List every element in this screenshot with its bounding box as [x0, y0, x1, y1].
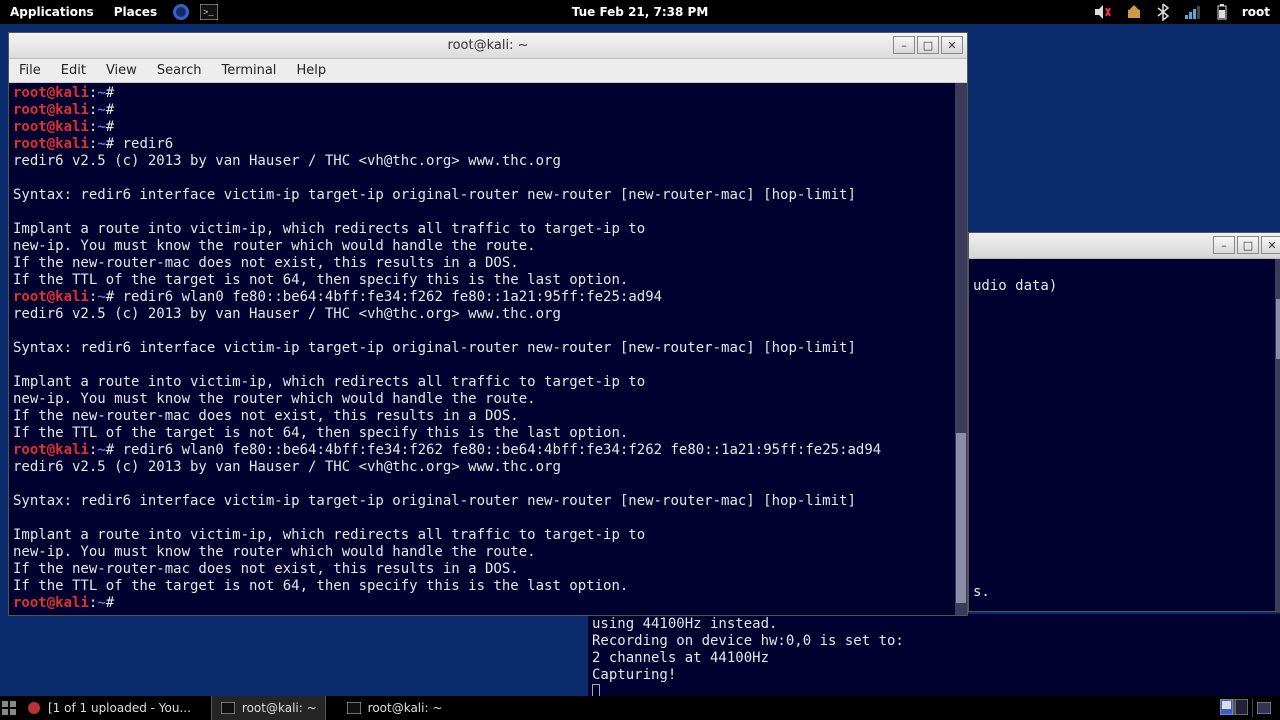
clock[interactable]: Tue Feb 21, 7:38 PM: [572, 5, 709, 19]
cmd: redir6 wlan0 fe80::be64:4bff:fe34:f262 f…: [123, 442, 882, 458]
out-line: If the new-router-mac does not exist, th…: [13, 408, 519, 424]
terminal-launcher[interactable]: >_: [199, 2, 219, 22]
system-tray: root: [1094, 3, 1280, 21]
task-terminal-2[interactable]: root@kali: ~: [338, 696, 451, 720]
user-menu[interactable]: root: [1242, 5, 1270, 19]
bg-scrollbar[interactable]: [1275, 259, 1280, 611]
battery-icon[interactable]: [1216, 4, 1228, 20]
bluetooth-icon[interactable]: [1156, 3, 1170, 21]
terminal-body[interactable]: root@kali:~# root@kali:~# root@kali:~# r…: [9, 83, 967, 615]
lower-line: 2 channels at 44100Hz: [592, 650, 769, 666]
task-label: root@kali: ~: [368, 701, 443, 715]
top-panel: Applications Places >_ Tue Feb 21, 7:38 …: [0, 0, 1280, 24]
menu-file[interactable]: File: [9, 63, 51, 78]
terminal-titlebar[interactable]: root@kali: ~ – □ ✕: [9, 33, 967, 59]
terminal-window: root@kali: ~ – □ ✕ File Edit View Search…: [8, 32, 968, 616]
terminal-scrollbar[interactable]: [955, 83, 967, 615]
cmd: redir6 wlan0 fe80::be64:4bff:fe34:f262 f…: [123, 289, 662, 305]
bg-maximize-button[interactable]: □: [1237, 236, 1259, 254]
network-icon[interactable]: [1184, 5, 1202, 19]
out-line: redir6 v2.5 (c) 2013 by van Hauser / THC…: [13, 459, 561, 475]
lower-line: Recording on device hw:0,0 is set to:: [592, 633, 904, 649]
bg-window-body: udio data) s. ...: [969, 259, 1280, 611]
out-line: redir6 v2.5 (c) 2013 by van Hauser / THC…: [13, 306, 561, 322]
minimize-button[interactable]: –: [893, 36, 915, 54]
terminal-menubar: File Edit View Search Terminal Help: [9, 59, 967, 83]
out-line: If the TTL of the target is not 64, then…: [13, 272, 628, 288]
places-menu[interactable]: Places: [104, 5, 167, 19]
terminal-icon: [220, 700, 236, 716]
close-button[interactable]: ✕: [941, 36, 963, 54]
lower-line: Capturing!: [592, 667, 676, 683]
maximize-button[interactable]: □: [917, 36, 939, 54]
lower-line: using 44100Hz instead.: [592, 616, 777, 632]
out-line: redir6 v2.5 (c) 2013 by van Hauser / THC…: [13, 153, 561, 169]
menu-search[interactable]: Search: [147, 63, 212, 78]
menu-help[interactable]: Help: [286, 63, 336, 78]
out-line: If the TTL of the target is not 64, then…: [13, 578, 628, 594]
out-line: If the new-router-mac does not exist, th…: [13, 255, 519, 271]
out-line: new-ip. You must know the router which w…: [13, 391, 536, 407]
bg-close-button[interactable]: ✕: [1261, 236, 1280, 254]
out-line: Syntax: redir6 interface victim-ip targe…: [13, 340, 856, 356]
out-line: Implant a route into victim-ip, which re…: [13, 221, 645, 237]
applications-menu[interactable]: Applications: [0, 5, 104, 19]
bg-window-titlebar[interactable]: – □ ✕: [969, 233, 1280, 259]
out-line: Implant a route into victim-ip, which re…: [13, 527, 645, 543]
menu-view[interactable]: View: [96, 63, 147, 78]
bg-text2: s.: [973, 584, 990, 600]
task-terminal-1[interactable]: root@kali: ~: [211, 696, 326, 720]
background-terminal-output: using 44100Hz instead. Recording on devi…: [588, 614, 1280, 704]
out-line: new-ip. You must know the router which w…: [13, 238, 536, 254]
show-desktop-button[interactable]: [1252, 699, 1274, 717]
bottom-panel: [1 of 1 uploaded - You... root@kali: ~ r…: [0, 696, 1280, 720]
cmd: redir6: [123, 136, 174, 152]
out-line: new-ip. You must know the router which w…: [13, 544, 536, 560]
menu-terminal[interactable]: Terminal: [211, 63, 286, 78]
workspace-switcher[interactable]: [1220, 699, 1248, 718]
browser-icon: [26, 700, 42, 716]
window-title: root@kali: ~: [448, 38, 529, 53]
out-line: Implant a route into victim-ip, which re…: [13, 374, 645, 390]
background-window: – □ ✕ udio data) s. ...: [968, 232, 1280, 612]
out-line: If the new-router-mac does not exist, th…: [13, 561, 519, 577]
show-windows-icon[interactable]: [0, 701, 18, 715]
bg-minimize-button[interactable]: –: [1213, 236, 1235, 254]
bg-text: udio data): [973, 278, 1057, 294]
prompt-user: root: [13, 85, 47, 101]
menu-edit[interactable]: Edit: [51, 63, 96, 78]
out-line: Syntax: redir6 interface victim-ip targe…: [13, 187, 856, 203]
task-label: root@kali: ~: [242, 701, 317, 715]
task-label: [1 of 1 uploaded - You...: [48, 701, 191, 715]
terminal-icon: [346, 700, 362, 716]
svg-text:>_: >_: [203, 8, 214, 18]
updates-icon[interactable]: [1126, 4, 1142, 20]
volume-icon[interactable]: [1094, 4, 1112, 20]
out-line: Syntax: redir6 interface victim-ip targe…: [13, 493, 856, 509]
iceweasel-launcher[interactable]: [171, 2, 191, 22]
out-line: If the TTL of the target is not 64, then…: [13, 425, 628, 441]
task-browser[interactable]: [1 of 1 uploaded - You...: [18, 696, 199, 720]
